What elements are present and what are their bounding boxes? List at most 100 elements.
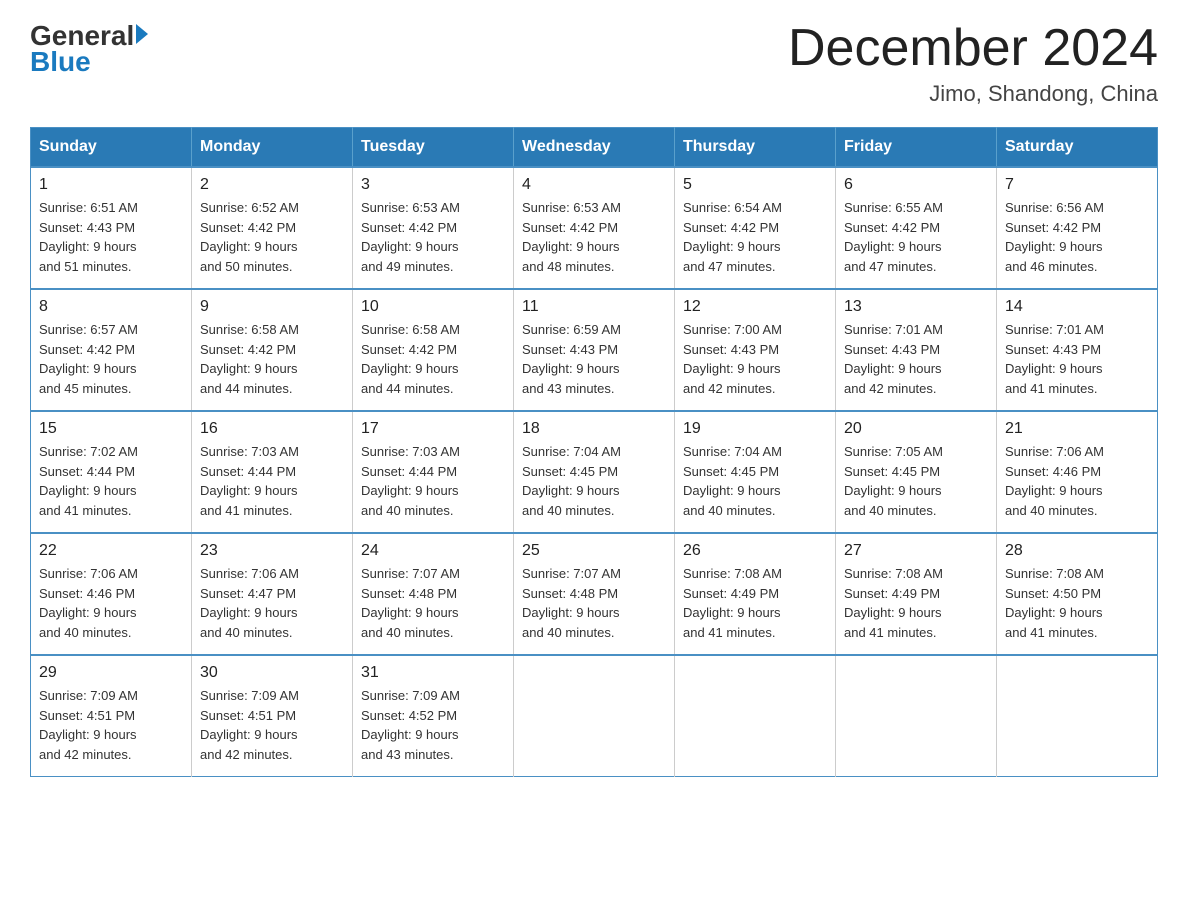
day-number: 8 <box>39 298 183 316</box>
calendar-day-cell: 18 Sunrise: 7:04 AM Sunset: 4:45 PM Dayl… <box>514 411 675 533</box>
calendar-day-cell: 14 Sunrise: 7:01 AM Sunset: 4:43 PM Dayl… <box>997 289 1158 411</box>
day-of-week-header: Thursday <box>675 128 836 168</box>
day-number: 14 <box>1005 298 1149 316</box>
calendar-header-row: SundayMondayTuesdayWednesdayThursdayFrid… <box>31 128 1158 168</box>
calendar-day-cell: 5 Sunrise: 6:54 AM Sunset: 4:42 PM Dayli… <box>675 167 836 289</box>
day-info: Sunrise: 7:00 AM Sunset: 4:43 PM Dayligh… <box>683 320 827 398</box>
calendar-table: SundayMondayTuesdayWednesdayThursdayFrid… <box>30 127 1158 777</box>
day-number: 19 <box>683 420 827 438</box>
day-info: Sunrise: 6:52 AM Sunset: 4:42 PM Dayligh… <box>200 198 344 276</box>
calendar-day-cell: 26 Sunrise: 7:08 AM Sunset: 4:49 PM Dayl… <box>675 533 836 655</box>
calendar-day-cell: 3 Sunrise: 6:53 AM Sunset: 4:42 PM Dayli… <box>353 167 514 289</box>
day-of-week-header: Tuesday <box>353 128 514 168</box>
calendar-day-cell: 4 Sunrise: 6:53 AM Sunset: 4:42 PM Dayli… <box>514 167 675 289</box>
calendar-day-cell: 28 Sunrise: 7:08 AM Sunset: 4:50 PM Dayl… <box>997 533 1158 655</box>
calendar-week-row: 22 Sunrise: 7:06 AM Sunset: 4:46 PM Dayl… <box>31 533 1158 655</box>
day-info: Sunrise: 7:09 AM Sunset: 4:52 PM Dayligh… <box>361 686 505 764</box>
day-number: 27 <box>844 542 988 560</box>
day-of-week-header: Monday <box>192 128 353 168</box>
day-number: 2 <box>200 176 344 194</box>
day-info: Sunrise: 7:02 AM Sunset: 4:44 PM Dayligh… <box>39 442 183 520</box>
calendar-day-cell: 19 Sunrise: 7:04 AM Sunset: 4:45 PM Dayl… <box>675 411 836 533</box>
calendar-week-row: 8 Sunrise: 6:57 AM Sunset: 4:42 PM Dayli… <box>31 289 1158 411</box>
calendar-day-cell: 10 Sunrise: 6:58 AM Sunset: 4:42 PM Dayl… <box>353 289 514 411</box>
day-info: Sunrise: 6:51 AM Sunset: 4:43 PM Dayligh… <box>39 198 183 276</box>
calendar-day-cell: 29 Sunrise: 7:09 AM Sunset: 4:51 PM Dayl… <box>31 655 192 777</box>
calendar-day-cell: 20 Sunrise: 7:05 AM Sunset: 4:45 PM Dayl… <box>836 411 997 533</box>
day-info: Sunrise: 6:53 AM Sunset: 4:42 PM Dayligh… <box>522 198 666 276</box>
day-info: Sunrise: 6:59 AM Sunset: 4:43 PM Dayligh… <box>522 320 666 398</box>
day-number: 20 <box>844 420 988 438</box>
day-of-week-header: Friday <box>836 128 997 168</box>
calendar-day-cell: 24 Sunrise: 7:07 AM Sunset: 4:48 PM Dayl… <box>353 533 514 655</box>
logo: General Blue <box>30 20 148 78</box>
calendar-day-cell: 27 Sunrise: 7:08 AM Sunset: 4:49 PM Dayl… <box>836 533 997 655</box>
day-info: Sunrise: 7:05 AM Sunset: 4:45 PM Dayligh… <box>844 442 988 520</box>
day-info: Sunrise: 7:08 AM Sunset: 4:50 PM Dayligh… <box>1005 564 1149 642</box>
calendar-day-cell: 11 Sunrise: 6:59 AM Sunset: 4:43 PM Dayl… <box>514 289 675 411</box>
day-info: Sunrise: 6:56 AM Sunset: 4:42 PM Dayligh… <box>1005 198 1149 276</box>
calendar-day-cell: 7 Sunrise: 6:56 AM Sunset: 4:42 PM Dayli… <box>997 167 1158 289</box>
day-number: 30 <box>200 664 344 682</box>
day-number: 3 <box>361 176 505 194</box>
day-number: 18 <box>522 420 666 438</box>
day-number: 21 <box>1005 420 1149 438</box>
calendar-week-row: 29 Sunrise: 7:09 AM Sunset: 4:51 PM Dayl… <box>31 655 1158 777</box>
calendar-day-cell: 1 Sunrise: 6:51 AM Sunset: 4:43 PM Dayli… <box>31 167 192 289</box>
calendar-day-cell: 22 Sunrise: 7:06 AM Sunset: 4:46 PM Dayl… <box>31 533 192 655</box>
day-number: 29 <box>39 664 183 682</box>
day-number: 1 <box>39 176 183 194</box>
day-number: 17 <box>361 420 505 438</box>
calendar-day-cell: 17 Sunrise: 7:03 AM Sunset: 4:44 PM Dayl… <box>353 411 514 533</box>
day-info: Sunrise: 7:01 AM Sunset: 4:43 PM Dayligh… <box>844 320 988 398</box>
calendar-day-cell: 30 Sunrise: 7:09 AM Sunset: 4:51 PM Dayl… <box>192 655 353 777</box>
day-info: Sunrise: 7:07 AM Sunset: 4:48 PM Dayligh… <box>361 564 505 642</box>
day-info: Sunrise: 6:58 AM Sunset: 4:42 PM Dayligh… <box>361 320 505 398</box>
day-info: Sunrise: 7:06 AM Sunset: 4:47 PM Dayligh… <box>200 564 344 642</box>
logo-arrow-icon <box>136 24 148 44</box>
logo-blue-text: Blue <box>30 46 91 78</box>
day-info: Sunrise: 7:04 AM Sunset: 4:45 PM Dayligh… <box>683 442 827 520</box>
day-info: Sunrise: 6:57 AM Sunset: 4:42 PM Dayligh… <box>39 320 183 398</box>
day-number: 9 <box>200 298 344 316</box>
location-title: Jimo, Shandong, China <box>788 81 1158 107</box>
day-info: Sunrise: 7:08 AM Sunset: 4:49 PM Dayligh… <box>683 564 827 642</box>
calendar-day-cell: 23 Sunrise: 7:06 AM Sunset: 4:47 PM Dayl… <box>192 533 353 655</box>
day-number: 23 <box>200 542 344 560</box>
day-number: 25 <box>522 542 666 560</box>
day-of-week-header: Wednesday <box>514 128 675 168</box>
day-number: 7 <box>1005 176 1149 194</box>
day-info: Sunrise: 6:53 AM Sunset: 4:42 PM Dayligh… <box>361 198 505 276</box>
day-number: 10 <box>361 298 505 316</box>
day-info: Sunrise: 6:54 AM Sunset: 4:42 PM Dayligh… <box>683 198 827 276</box>
day-info: Sunrise: 7:06 AM Sunset: 4:46 PM Dayligh… <box>39 564 183 642</box>
day-number: 5 <box>683 176 827 194</box>
day-number: 31 <box>361 664 505 682</box>
calendar-day-cell: 9 Sunrise: 6:58 AM Sunset: 4:42 PM Dayli… <box>192 289 353 411</box>
calendar-week-row: 1 Sunrise: 6:51 AM Sunset: 4:43 PM Dayli… <box>31 167 1158 289</box>
calendar-day-cell: 13 Sunrise: 7:01 AM Sunset: 4:43 PM Dayl… <box>836 289 997 411</box>
calendar-day-cell: 8 Sunrise: 6:57 AM Sunset: 4:42 PM Dayli… <box>31 289 192 411</box>
day-info: Sunrise: 7:06 AM Sunset: 4:46 PM Dayligh… <box>1005 442 1149 520</box>
day-info: Sunrise: 6:55 AM Sunset: 4:42 PM Dayligh… <box>844 198 988 276</box>
day-info: Sunrise: 7:09 AM Sunset: 4:51 PM Dayligh… <box>200 686 344 764</box>
day-number: 24 <box>361 542 505 560</box>
day-info: Sunrise: 7:04 AM Sunset: 4:45 PM Dayligh… <box>522 442 666 520</box>
day-info: Sunrise: 7:03 AM Sunset: 4:44 PM Dayligh… <box>361 442 505 520</box>
day-info: Sunrise: 7:03 AM Sunset: 4:44 PM Dayligh… <box>200 442 344 520</box>
month-title: December 2024 <box>788 20 1158 77</box>
calendar-day-cell <box>836 655 997 777</box>
calendar-day-cell: 2 Sunrise: 6:52 AM Sunset: 4:42 PM Dayli… <box>192 167 353 289</box>
calendar-day-cell: 12 Sunrise: 7:00 AM Sunset: 4:43 PM Dayl… <box>675 289 836 411</box>
calendar-header: SundayMondayTuesdayWednesdayThursdayFrid… <box>31 128 1158 168</box>
day-number: 22 <box>39 542 183 560</box>
day-number: 4 <box>522 176 666 194</box>
day-info: Sunrise: 7:09 AM Sunset: 4:51 PM Dayligh… <box>39 686 183 764</box>
day-info: Sunrise: 7:08 AM Sunset: 4:49 PM Dayligh… <box>844 564 988 642</box>
day-number: 13 <box>844 298 988 316</box>
calendar-day-cell: 16 Sunrise: 7:03 AM Sunset: 4:44 PM Dayl… <box>192 411 353 533</box>
day-number: 28 <box>1005 542 1149 560</box>
day-number: 12 <box>683 298 827 316</box>
day-info: Sunrise: 7:01 AM Sunset: 4:43 PM Dayligh… <box>1005 320 1149 398</box>
calendar-day-cell: 6 Sunrise: 6:55 AM Sunset: 4:42 PM Dayli… <box>836 167 997 289</box>
